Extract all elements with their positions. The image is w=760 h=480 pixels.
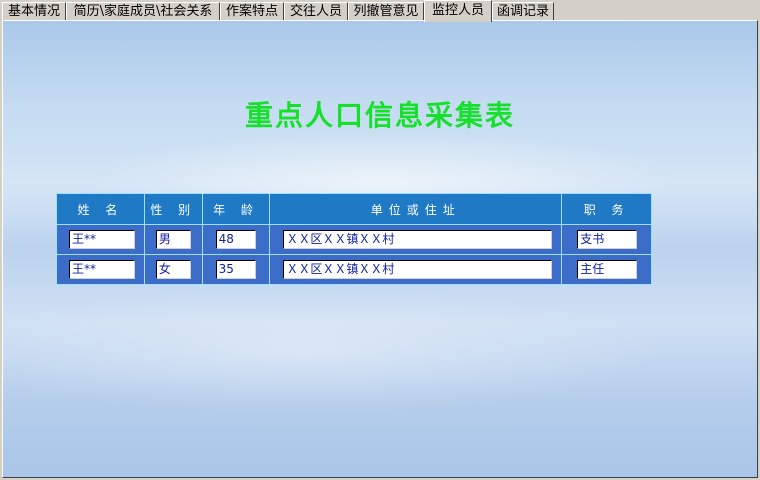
address-field[interactable]: ＸＸ区ＸＸ镇ＸＸ村 [283, 230, 553, 249]
cell-gender: 男 [143, 224, 203, 255]
table-row: 王** 男 48 ＸＸ区ＸＸ镇ＸＸ村 支书 [56, 224, 652, 255]
tab-resume-family-social[interactable]: 简历\家庭成员\社会关系 [66, 2, 220, 20]
tab-monitors[interactable]: 监控人员 [424, 0, 492, 22]
age-field[interactable]: 35 [215, 260, 256, 279]
position-field[interactable]: 主任 [577, 260, 638, 279]
column-header-age: 年 龄 [201, 193, 271, 225]
table-row: 王** 女 35 ＸＸ区ＸＸ镇ＸＸ村 主任 [56, 254, 652, 285]
column-header-name: 姓 名 [56, 193, 145, 225]
column-header-gender: 性 别 [143, 193, 203, 225]
tab-crime-features[interactable]: 作案特点 [220, 2, 284, 20]
tab-basic-info[interactable]: 基本情况 [2, 2, 66, 20]
name-field[interactable]: 王** [69, 230, 135, 249]
table-header-row: 姓 名 性 别 年 龄 单位或住址 职 务 [56, 193, 652, 225]
gender-field[interactable]: 女 [155, 260, 191, 279]
position-field[interactable]: 支书 [577, 230, 638, 249]
column-header-address: 单位或住址 [269, 193, 563, 225]
cell-address: ＸＸ区ＸＸ镇ＸＸ村 [269, 254, 563, 285]
page-title: 重点人口信息采集表 [244, 99, 515, 132]
tab-correspondence[interactable]: 函调记录 [492, 2, 554, 20]
cell-age: 35 [201, 254, 271, 285]
tab-contacts[interactable]: 交往人员 [284, 2, 348, 20]
cell-position: 支书 [561, 224, 652, 255]
tab-control-opinion[interactable]: 列撤管意见 [348, 2, 424, 20]
cell-position: 主任 [561, 254, 652, 285]
cell-address: ＸＸ区ＸＸ镇ＸＸ村 [269, 224, 563, 255]
gender-field[interactable]: 男 [155, 230, 191, 249]
cell-name: 王** [56, 254, 145, 285]
tab-bar: 基本情况 简历\家庭成员\社会关系 作案特点 交往人员 列撤管意见 监控人员 函… [0, 0, 760, 22]
address-field[interactable]: ＸＸ区ＸＸ镇ＸＸ村 [283, 260, 553, 279]
cell-name: 王** [56, 224, 145, 255]
name-field[interactable]: 王** [69, 260, 135, 279]
cell-age: 48 [201, 224, 271, 255]
monitor-table: 姓 名 性 别 年 龄 单位或住址 职 务 王** 男 48 ＸＸ区ＸＸ镇ＸＸ村… [56, 193, 652, 285]
age-field[interactable]: 48 [215, 230, 256, 249]
cell-gender: 女 [143, 254, 203, 285]
column-header-position: 职 务 [561, 193, 652, 225]
